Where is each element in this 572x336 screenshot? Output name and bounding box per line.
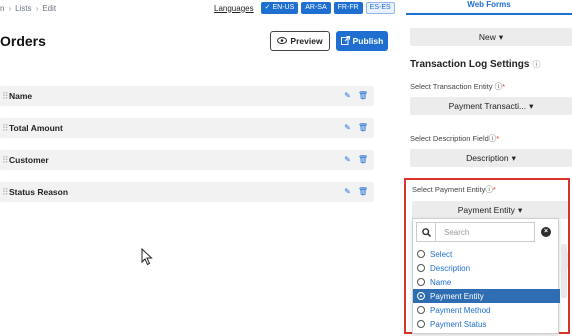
option-label: Payment Entity (430, 291, 484, 301)
check-icon: ✓ (264, 4, 271, 11)
breadcrumb-item-current: Edit (42, 4, 57, 13)
edit-icon[interactable]: ✎ (344, 155, 351, 165)
edit-icon[interactable]: ✎ (344, 91, 351, 101)
trash-icon[interactable]: 🗑 (358, 187, 368, 197)
lang-code: EN-US (272, 4, 295, 11)
lang-code: AR-SA (305, 4, 327, 11)
preview-button[interactable]: Preview (270, 31, 330, 51)
tab-label: Web Forms (467, 0, 511, 9)
field-name: Total Amount (9, 123, 63, 133)
required-marker: * (502, 82, 506, 91)
radio-icon (417, 320, 425, 328)
caret-down-icon: ▾ (517, 204, 523, 215)
languages-label[interactable]: Languages (214, 4, 254, 13)
required-marker: * (492, 185, 496, 194)
section-title: Transaction Log Settings ⓘ (410, 59, 540, 70)
clear-search-button[interactable]: × (535, 222, 557, 242)
preview-label: Preview (290, 36, 323, 46)
page-title: Orders (0, 33, 46, 49)
tab-web-forms[interactable]: Web Forms (406, 0, 572, 15)
radio-icon (417, 278, 425, 286)
search-input[interactable] (435, 222, 535, 242)
caret-down-icon: ▾ (529, 100, 534, 111)
option-label: Select (430, 249, 453, 259)
dropdown-option[interactable]: Description (413, 261, 560, 275)
lang-pill-fr-fr[interactable]: FR-FR (333, 2, 363, 14)
option-label: Payment Method (430, 305, 491, 315)
publish-button[interactable]: Publish (336, 31, 388, 51)
field-row[interactable]: ⠿ Name ✎ 🗑 (0, 86, 374, 106)
option-label: Name (430, 277, 452, 287)
trash-icon[interactable]: 🗑 (358, 91, 368, 101)
help-icon[interactable]: ⓘ (532, 59, 540, 70)
radio-icon (417, 264, 425, 272)
trash-icon[interactable]: 🗑 (358, 123, 368, 133)
caret-down-icon: ▾ (498, 31, 504, 42)
eye-icon (277, 36, 288, 46)
field-name: Status Reason (9, 187, 69, 197)
drag-handle-icon[interactable]: ⠿ (0, 155, 9, 166)
caret-down-icon: ▾ (511, 152, 516, 163)
lang-code: ES-ES (369, 4, 391, 11)
dropdown-options: Select Description Name Payment Entity P… (413, 247, 560, 331)
drag-handle-icon[interactable]: ⠿ (0, 187, 9, 198)
radio-icon (417, 250, 425, 258)
close-icon: × (541, 227, 551, 237)
breadcrumb-item-lists[interactable]: Lists (15, 4, 31, 13)
select-value: Payment Transacti... (448, 101, 527, 111)
payment-entity-label: Select Payment Entityⓘ* (412, 184, 496, 195)
lang-pill-ar-sa[interactable]: AR-SA (301, 2, 331, 14)
label-text: Select Description Field (410, 134, 489, 143)
mouse-pointer-icon (141, 247, 153, 268)
breadcrumb-separator: › (8, 4, 12, 13)
lang-pill-en-us[interactable]: ✓ EN-US (260, 2, 299, 14)
breadcrumb-separator: › (35, 4, 39, 13)
dropdown-option[interactable]: Payment Method (413, 303, 560, 317)
radio-icon (417, 306, 425, 314)
drag-handle-icon[interactable]: ⠿ (0, 91, 9, 102)
radio-icon (417, 292, 425, 300)
dropdown-option-selected[interactable]: Payment Entity (413, 289, 560, 303)
trash-icon[interactable]: 🗑 (358, 155, 368, 165)
section-title-text: Transaction Log Settings (410, 59, 530, 70)
field-row[interactable]: ⠿ Total Amount ✎ 🗑 (0, 118, 374, 138)
dropdown-option[interactable]: Payment Status (413, 317, 560, 331)
select-value: Description (466, 153, 509, 163)
edit-icon[interactable]: ✎ (344, 123, 351, 133)
dropdown-option[interactable]: Select (413, 247, 560, 261)
dropdown-search: × (416, 222, 557, 242)
lang-code: FR-FR (337, 4, 359, 11)
lang-pill-es-es[interactable]: ES-ES (365, 2, 395, 14)
option-label: Payment Status (430, 319, 487, 329)
new-label: New (478, 32, 496, 42)
field-row[interactable]: ⠿ Status Reason ✎ 🗑 (0, 182, 374, 202)
transaction-entity-label: Select Transaction Entity ⓘ* (410, 81, 505, 92)
label-text: Select Transaction Entity (410, 82, 493, 91)
transaction-entity-select[interactable]: Payment Transacti... ▾ (410, 97, 572, 115)
payment-entity-select[interactable]: Payment Entity ▾ (412, 201, 568, 219)
edit-icon[interactable]: ✎ (344, 187, 351, 197)
field-row[interactable]: ⠿ Customer ✎ 🗑 (0, 150, 374, 170)
language-selector: Languages ✓ EN-US AR-SA FR-FR ES-ES (214, 2, 395, 14)
breadcrumb-item-first[interactable]: n (0, 4, 4, 13)
field-name: Name (9, 91, 33, 101)
search-icon (416, 222, 435, 242)
new-dropdown-button[interactable]: New ▾ (410, 28, 572, 46)
select-value: Payment Entity (457, 205, 515, 215)
external-link-icon (340, 35, 350, 47)
drag-handle-icon[interactable]: ⠿ (0, 123, 9, 134)
payment-entity-dropdown: × Select Description Name Payment Entity… (412, 218, 560, 334)
label-text: Select Payment Entity (412, 185, 486, 194)
required-marker: * (496, 134, 500, 143)
description-field-label: Select Description Fieldⓘ* (410, 133, 499, 144)
list-editor-panel: n › Lists › Edit Languages ✓ EN-US AR-SA FR-F… (0, 0, 395, 336)
dropdown-scrollbar[interactable] (561, 244, 567, 298)
dropdown-option[interactable]: Name (413, 275, 560, 289)
description-field-select[interactable]: Description ▾ (410, 149, 572, 167)
option-label: Description (430, 263, 471, 273)
breadcrumb: n › Lists › Edit (0, 4, 56, 13)
help-icon[interactable]: ⓘ (485, 185, 493, 194)
field-name: Customer (9, 155, 49, 165)
publish-label: Publish (352, 36, 384, 46)
